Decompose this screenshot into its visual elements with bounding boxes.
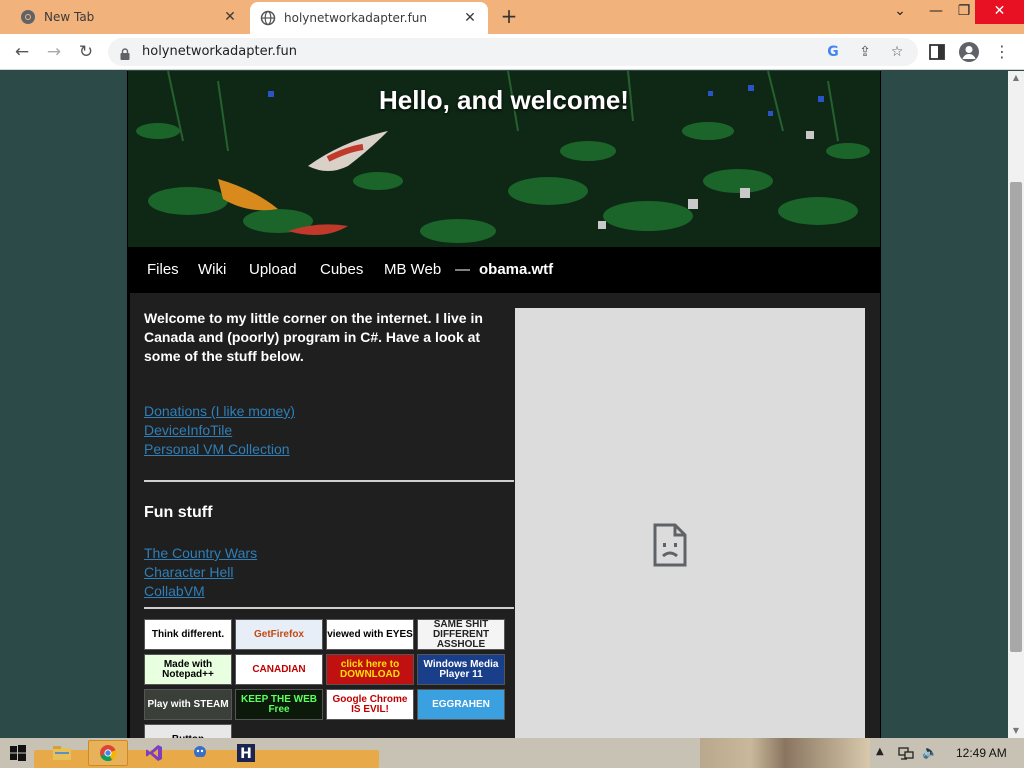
reload-button[interactable]: ↻: [75, 41, 97, 63]
fun-links: The Country Wars Character Hell CollabVM: [144, 544, 257, 601]
sad-page-icon: [653, 523, 687, 567]
nav-cubes-link[interactable]: Cubes: [320, 261, 363, 278]
google-icon[interactable]: G: [824, 43, 842, 61]
badge-button[interactable]: GetFirefox: [235, 619, 323, 650]
side-panel-icon[interactable]: [928, 43, 946, 61]
collabvm-link[interactable]: CollabVM: [144, 582, 257, 601]
scrollbar[interactable]: ▲ ▼: [1008, 71, 1024, 738]
tab-holynetworkadapter[interactable]: holynetworkadapter.fun ✕: [250, 2, 488, 34]
scroll-down-icon[interactable]: ▼: [1008, 724, 1024, 738]
volume-icon[interactable]: 🔈: [922, 745, 938, 760]
badge-button[interactable]: Button: [144, 724, 232, 738]
share-icon[interactable]: ⇪: [856, 43, 874, 61]
lock-icon[interactable]: [120, 45, 130, 60]
visual-studio-icon[interactable]: [134, 740, 174, 766]
taskbar-background-art: [700, 738, 870, 768]
address-bar[interactable]: holynetworkadapter.fun G ⇪ ☆: [108, 38, 918, 66]
chrome-icon[interactable]: [88, 740, 128, 766]
tab-title: holynetworkadapter.fun: [284, 11, 428, 25]
nav-obama-link[interactable]: obama.wtf: [479, 261, 553, 278]
close-tab-icon[interactable]: ✕: [222, 9, 238, 25]
scroll-thumb[interactable]: [1010, 182, 1022, 652]
banner-image: Hello, and welcome!: [128, 71, 880, 247]
tray-chevron-icon[interactable]: ▲: [876, 746, 884, 757]
forward-button[interactable]: →: [43, 41, 65, 63]
badge-button[interactable]: click here to DOWNLOAD: [326, 654, 414, 685]
character-hell-link[interactable]: Character Hell: [144, 563, 257, 582]
nav-wiki-link[interactable]: Wiki: [198, 261, 226, 278]
star-icon[interactable]: ☆: [888, 43, 906, 61]
close-window-button[interactable]: ✕: [975, 0, 1024, 24]
browser-toolbar: ← → ↻ holynetworkadapter.fun G ⇪ ☆ ⋮: [0, 34, 1024, 70]
url-text[interactable]: holynetworkadapter.fun: [142, 44, 297, 59]
app-h-icon[interactable]: H: [226, 740, 266, 766]
file-explorer-icon[interactable]: [42, 740, 82, 766]
site-nav: Files Wiki Upload Cubes MB Web — obama.w…: [128, 247, 880, 293]
nav-mbweb-link[interactable]: MB Web: [384, 261, 441, 278]
site-container: Hello, and welcome! Files Wiki Upload Cu…: [127, 71, 881, 738]
back-button[interactable]: ←: [11, 41, 33, 63]
main-content: Welcome to my little corner on the inter…: [128, 293, 880, 738]
divider: [144, 607, 514, 609]
country-wars-link[interactable]: The Country Wars: [144, 544, 257, 563]
badge-button[interactable]: Made with Notepad++: [144, 654, 232, 685]
tab-title: New Tab: [44, 10, 95, 24]
taskbar: H ▲ 🔈 12:49 AM: [0, 738, 1024, 768]
donations-link[interactable]: Donations (I like money): [144, 402, 514, 421]
chrome-icon: [20, 9, 36, 25]
embedded-frame[interactable]: [515, 308, 865, 738]
close-tab-icon[interactable]: ✕: [462, 10, 478, 26]
deviceinfotile-link[interactable]: DeviceInfoTile: [144, 421, 514, 440]
nav-separator: —: [455, 261, 470, 278]
badge-button[interactable]: Windows Media Player 11: [417, 654, 505, 685]
kebab-menu-icon[interactable]: ⋮: [994, 42, 1010, 62]
nav-upload-link[interactable]: Upload: [249, 261, 297, 278]
badge-button[interactable]: SAME SHIT DIFFERENT ASSHOLE: [417, 619, 505, 650]
badge-button[interactable]: viewed with EYES: [326, 619, 414, 650]
badge-button[interactable]: Think different.: [144, 619, 232, 650]
globe-icon: [260, 10, 276, 26]
divider: [144, 480, 514, 482]
badge-button[interactable]: Play with STEAM: [144, 689, 232, 720]
chevron-down-icon[interactable]: ⌄: [880, 0, 920, 24]
nav-files-link[interactable]: Files: [147, 261, 179, 278]
app-icon[interactable]: [180, 740, 220, 766]
windows-start-icon[interactable]: [10, 745, 26, 761]
badge-button[interactable]: KEEP THE WEB Free: [235, 689, 323, 720]
site-title: Hello, and welcome!: [379, 85, 629, 115]
personal-vm-collection-link[interactable]: Personal VM Collection: [144, 440, 514, 459]
tab-bar: New Tab ✕ holynetworkadapter.fun ✕ + ⌄ —…: [0, 0, 1024, 34]
svg-text:H: H: [240, 746, 252, 762]
badge-button[interactable]: CANADIAN: [235, 654, 323, 685]
badge-button[interactable]: EGGRAHEN: [417, 689, 505, 720]
new-tab-button[interactable]: +: [498, 6, 520, 28]
page-viewport: Hello, and welcome! Files Wiki Upload Cu…: [0, 71, 1008, 738]
badge-button[interactable]: Google Chrome IS EVIL!: [326, 689, 414, 720]
profile-icon[interactable]: [959, 42, 979, 62]
link-list: Donations (I like money) DeviceInfoTile …: [144, 402, 514, 459]
intro-text: Welcome to my little corner on the inter…: [144, 310, 483, 364]
fun-stuff-heading: Fun stuff: [144, 504, 213, 521]
intro-section: Welcome to my little corner on the inter…: [144, 309, 514, 459]
tab-new-tab[interactable]: New Tab ✕: [0, 0, 248, 34]
network-icon[interactable]: [898, 746, 914, 760]
clock[interactable]: 12:49 AM: [956, 746, 1007, 760]
scroll-up-icon[interactable]: ▲: [1008, 71, 1024, 85]
